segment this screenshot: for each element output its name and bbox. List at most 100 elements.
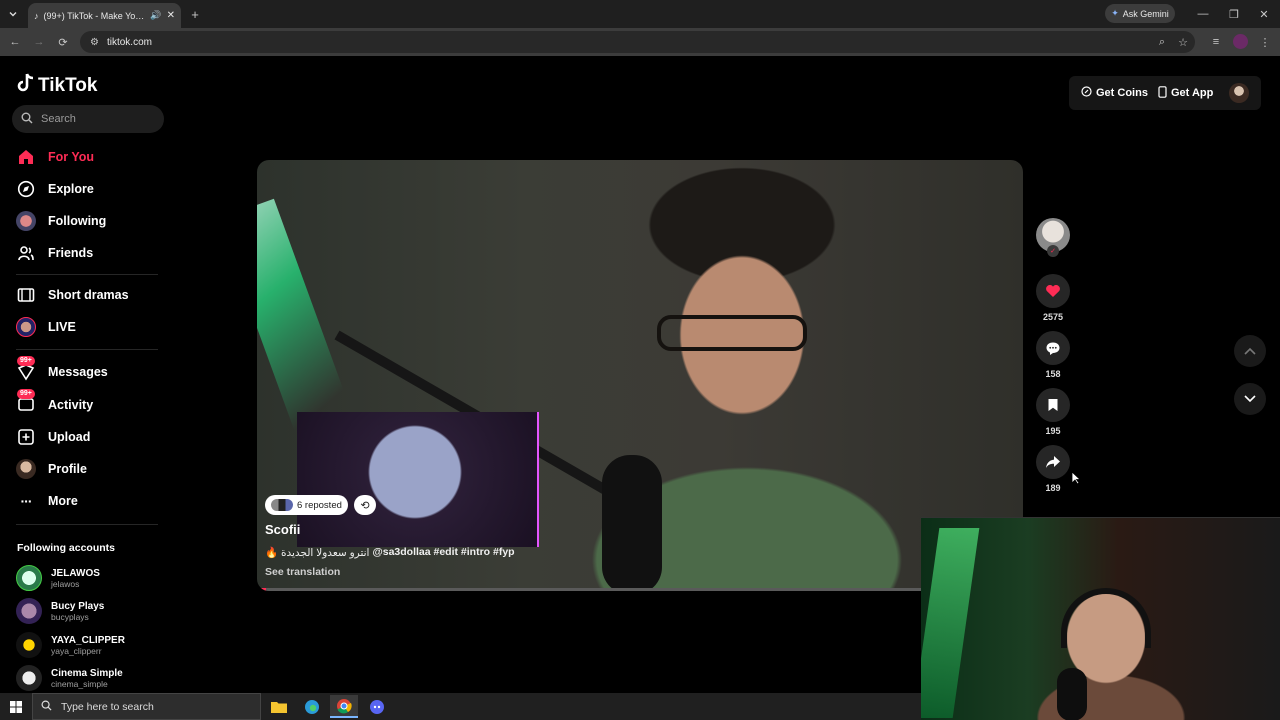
restore-window-icon[interactable]: ❐ [1227,7,1241,21]
nav-label: Explore [48,182,94,196]
user-avatar[interactable] [1229,83,1250,103]
browser-menu-icon[interactable]: ⋮ [1258,35,1272,49]
address-bar[interactable]: ⚙ tiktok.com [80,31,1195,53]
video-scope-overlay [297,412,539,547]
nav-label: Profile [48,462,87,476]
like-count: 2575 [1042,312,1064,322]
video-author[interactable]: Scofii [265,522,300,537]
back-arrow-icon[interactable]: ← [8,35,22,49]
close-window-icon[interactable]: ✕ [1257,7,1271,21]
nav-profile[interactable]: Profile [16,457,87,481]
following-account-item[interactable]: Bucy Plays bucyplays [16,597,104,625]
nav-for-you[interactable]: For You [16,145,94,169]
messages-icon: 99+ [16,356,36,382]
nav-label: Upload [48,430,91,444]
streamer-webcam-overlay [921,517,1280,720]
search-input[interactable]: Search [12,105,164,133]
video-progress-bar[interactable] [257,588,1023,591]
activity-badge: 99+ [17,389,35,399]
taskbar-search-input[interactable]: Type here to search [32,693,261,720]
media-controls-icon[interactable]: ≡ [1209,35,1223,49]
file-explorer-icon[interactable] [265,695,293,718]
nav-activity[interactable]: 99+ Activity [16,389,93,417]
get-coins-label: Get Coins [1096,87,1148,99]
profile-avatar-icon [16,459,36,479]
follow-check-icon[interactable]: ✓ [1047,245,1059,257]
repost-icon[interactable]: ⟲ [354,495,376,515]
video-microphone [602,455,662,591]
nav-more[interactable]: ··· More [16,489,78,513]
bookmark-star-icon[interactable]: ☆ [1176,35,1190,49]
scroll-up-button[interactable] [1234,335,1266,367]
share-action[interactable]: 189 [1036,445,1070,493]
webcam-microphone [1057,668,1087,720]
nav-live[interactable]: LIVE [16,315,76,339]
get-coins-button[interactable]: Get Coins [1081,86,1148,100]
zoom-icon[interactable]: ⌕ [1155,35,1169,49]
nav-divider [16,349,158,350]
ask-gemini-button[interactable]: ✦ Ask Gemini [1105,4,1175,23]
nav-divider [16,274,158,275]
following-account-item[interactable]: JELAWOS jelawos [16,564,100,592]
account-avatar [16,665,42,691]
account-avatar [16,632,42,658]
nav-short-dramas[interactable]: Short dramas [16,283,129,307]
share-count: 189 [1045,483,1061,493]
bookmark-icon[interactable] [1036,388,1070,422]
account-avatar [16,565,42,591]
site-info-icon[interactable]: ⚙ [90,37,99,48]
film-icon [16,285,36,305]
webcam-headphones [1061,588,1151,648]
share-arrow-icon[interactable] [1036,445,1070,479]
see-translation-link[interactable]: See translation [265,566,340,578]
following-account-item[interactable]: Cinema Simple cinema_simple [16,664,123,692]
reposted-label: 6 reposted [297,499,342,511]
windows-start-icon[interactable] [0,693,32,720]
creator-avatar[interactable]: ✓ [1036,218,1070,257]
webcam-neon-sign [921,528,980,718]
comment-icon[interactable] [1036,331,1070,365]
scroll-down-button[interactable] [1234,383,1266,415]
nav-messages[interactable]: 99+ Messages [16,356,108,384]
nav-label: Following [48,214,107,228]
minimize-window-icon[interactable]: — [1196,7,1210,21]
nav-upload[interactable]: Upload [16,425,90,449]
tab-list-chevron-icon[interactable] [6,7,20,21]
browser-tab-tiktok[interactable]: ♪ (99+) TikTok - Make Your Day 🔊 ✕ [28,3,181,28]
following-account-item[interactable]: YAYA_CLIPPER yaya_clipperr [16,631,125,659]
video-glasses [657,315,807,351]
chevron-down-icon [1244,390,1256,408]
new-tab-button[interactable]: + [188,6,202,22]
discord-icon[interactable] [363,695,391,718]
nav-friends[interactable]: Friends [16,241,93,265]
reposter-avatars [271,499,293,511]
tab-close-icon[interactable]: ✕ [167,10,175,21]
account-name: JELAWOS [51,567,100,579]
account-name: Bucy Plays [51,600,105,612]
like-action[interactable]: 2575 [1036,274,1070,322]
video-player[interactable]: 6 reposted ⟲ Scofii انترو سعدولا الجديدة… [257,160,1023,591]
caption-text: انترو سعدولا الجديدة 🔥 [265,547,370,559]
save-action[interactable]: 195 [1036,388,1070,436]
nav-following[interactable]: Following [16,209,106,233]
heart-icon[interactable] [1036,274,1070,308]
caption-tags[interactable]: @sa3dollaa #edit #intro #fyp [372,546,514,559]
tiktok-logo[interactable]: TikTok [17,73,97,99]
account-handle: bucyplays [51,611,89,622]
tab-audio-icon[interactable]: 🔊 [150,10,161,21]
activity-icon: 99+ [16,389,36,415]
search-icon [21,112,33,127]
get-app-button[interactable]: Get App [1158,85,1213,101]
live-avatar-icon [16,317,36,337]
nav-label: More [48,494,78,508]
reload-icon[interactable]: ⟳ [56,35,70,49]
compass-icon [16,179,36,199]
edge-browser-icon[interactable] [298,695,326,718]
chrome-browser-icon[interactable] [330,695,358,718]
tiktok-note-icon [17,73,35,99]
reposted-pill[interactable]: 6 reposted [265,495,348,515]
nav-explore[interactable]: Explore [16,177,94,201]
forward-arrow-icon[interactable]: → [32,35,46,49]
profile-avatar-icon[interactable] [1233,34,1248,49]
comment-action[interactable]: 158 [1036,331,1070,379]
